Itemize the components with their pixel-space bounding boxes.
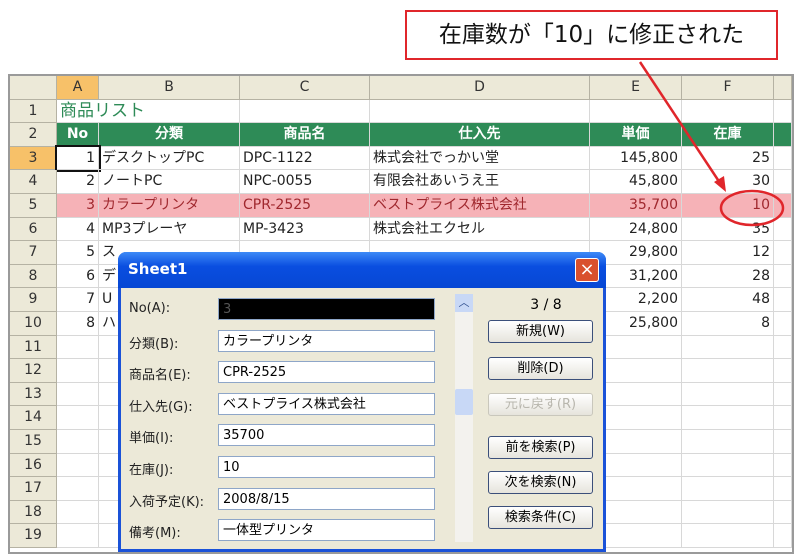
dialog-button[interactable]: 元に戻す(R)	[488, 393, 593, 416]
dialog-title: Sheet1	[128, 260, 188, 278]
userform-dialog: Sheet1 × No(A): 3 分類(B): カラープリンタ商品名(E): CPR-…	[118, 252, 606, 552]
field-label: 商品名(E):	[129, 368, 191, 384]
field-input[interactable]: 10	[218, 456, 435, 478]
field-label: No(A):	[129, 301, 171, 316]
annotation-arrow	[638, 61, 724, 187]
dialog-button[interactable]: 検索条件(C)	[488, 506, 593, 529]
field-input[interactable]: 2008/8/15	[218, 487, 435, 510]
field-input[interactable]: 一体型プリンタ	[218, 519, 435, 542]
field-input[interactable]: 3	[218, 298, 435, 320]
field-label: 備考(M):	[129, 526, 181, 542]
field-label: 分類(B):	[129, 336, 179, 352]
scroll-up-icon[interactable]: ︿	[455, 294, 473, 312]
field-label: 入荷予定(K):	[129, 494, 205, 510]
field-label: 仕入先(G):	[129, 399, 193, 415]
annotation-circle	[719, 189, 785, 227]
field-label: 在庫(J):	[129, 463, 174, 478]
close-button[interactable]: ×	[575, 258, 599, 282]
dialog-titlebar[interactable]: Sheet1 ×	[118, 252, 606, 288]
dialog-button[interactable]: 新規(W)	[488, 320, 593, 343]
dialog-button[interactable]: 削除(D)	[488, 357, 593, 380]
scroll-thumb[interactable]	[455, 389, 473, 415]
field-label: 単価(I):	[129, 431, 174, 447]
field-input[interactable]: ベストプライス株式会社	[218, 392, 435, 415]
dialog-button[interactable]: 前を検索(P)	[488, 436, 593, 459]
dialog-button[interactable]: 次を検索(N)	[488, 471, 593, 494]
record-scrollbar[interactable]: ︿	[455, 294, 473, 542]
field-input[interactable]: 35700	[218, 424, 435, 447]
field-input[interactable]: カラープリンタ	[218, 329, 435, 352]
field-input[interactable]: CPR-2525	[218, 361, 435, 384]
record-counter: 3 / 8	[530, 297, 562, 313]
